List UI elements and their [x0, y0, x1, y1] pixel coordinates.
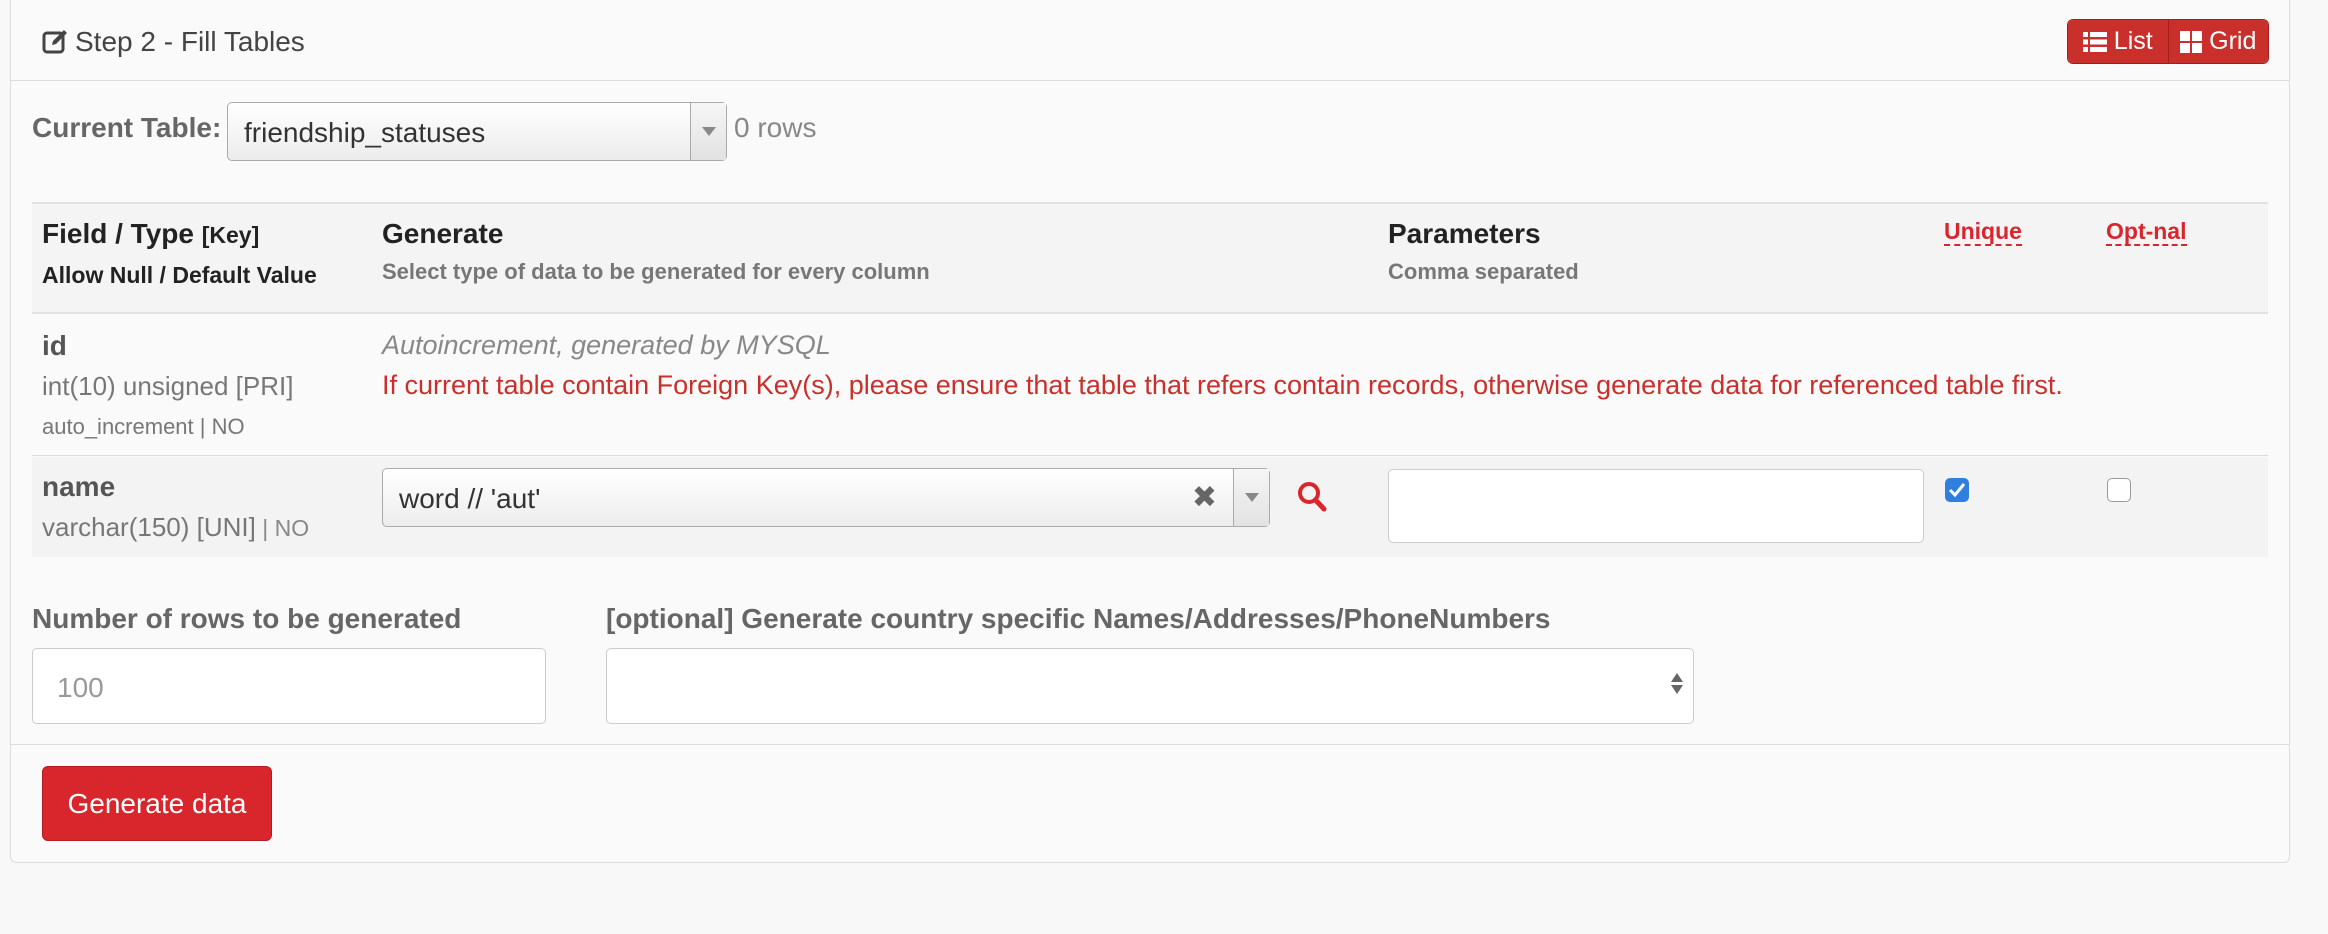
current-table-value: friendship_statuses [244, 117, 486, 148]
chevron-down-icon[interactable] [690, 103, 726, 160]
panel-header: Step 2 - Fill Tables List Grid [11, 0, 2289, 81]
select-arrows-icon [1671, 673, 1683, 694]
list-view-button[interactable]: List [2068, 20, 2168, 63]
header-generate-sub: Select type of data to be generated for … [382, 259, 930, 284]
list-icon [2082, 31, 2107, 52]
search-icon[interactable] [1296, 480, 1328, 514]
footer-divider [10, 744, 2290, 745]
header-key: [Key] [201, 222, 260, 248]
panel-title-text: Step 2 - Fill Tables [75, 26, 305, 57]
table-row: id int(10) unsigned [PRI] auto_increment… [32, 316, 2268, 456]
view-toggle: List Grid [2067, 19, 2269, 64]
table-header: Field / Type [Key] Allow Null / Default … [32, 202, 2268, 314]
header-allow-null: Allow Null / Default Value [42, 262, 317, 288]
header-field-type: Field / Type [Key] [42, 218, 260, 249]
foreign-key-warning: If current table contain Foreign Key(s),… [382, 370, 2063, 400]
field-null-default: auto_increment | NO [42, 414, 245, 439]
current-table-label: Current Table: [32, 112, 222, 143]
rows-count-placeholder: 100 [57, 672, 104, 703]
field-type: int(10) unsigned [PRI] [42, 371, 294, 401]
grid-icon [2180, 30, 2203, 53]
parameters-input[interactable] [1388, 469, 1924, 543]
autoincrement-note: Autoincrement, generated by MYSQL [382, 330, 831, 360]
field-name: name [42, 471, 116, 502]
panel-title: Step 2 - Fill Tables [41, 22, 305, 62]
grid-view-label: Grid [2209, 27, 2257, 55]
header-parameters-sub: Comma separated [1388, 259, 1579, 284]
rows-count-input[interactable]: 100 [32, 648, 546, 724]
check-icon [1948, 483, 1966, 498]
field-type: varchar(150) [UNI] | NO [42, 512, 310, 542]
generator-select[interactable]: word // 'aut' ✖ [382, 468, 1270, 527]
country-label: [optional] Generate country specific Nam… [606, 603, 1551, 634]
grid-view-button[interactable]: Grid [2167, 20, 2268, 63]
field-name: id [42, 330, 67, 361]
country-select[interactable] [606, 648, 1694, 724]
current-table-select[interactable]: friendship_statuses [227, 102, 727, 161]
generate-data-button[interactable]: Generate data [42, 766, 272, 841]
row-count: 0 rows [734, 112, 817, 143]
header-parameters: Parameters [1388, 218, 1541, 249]
list-view-label: List [2113, 27, 2153, 55]
header-generate: Generate [382, 218, 504, 249]
generator-value: word // 'aut' [399, 483, 541, 514]
optional-checkbox[interactable] [2107, 478, 2131, 502]
unique-checkbox[interactable] [1945, 478, 1969, 502]
header-unique-link[interactable]: Unique [1944, 218, 2022, 246]
header-optional-link[interactable]: Opt-nal [2106, 218, 2187, 246]
clear-icon[interactable]: ✖ [1192, 480, 1217, 515]
rows-count-label: Number of rows to be generated [32, 603, 462, 634]
field-null-default: NO [274, 515, 310, 541]
edit-icon [42, 30, 67, 54]
chevron-down-icon[interactable] [1233, 469, 1269, 526]
